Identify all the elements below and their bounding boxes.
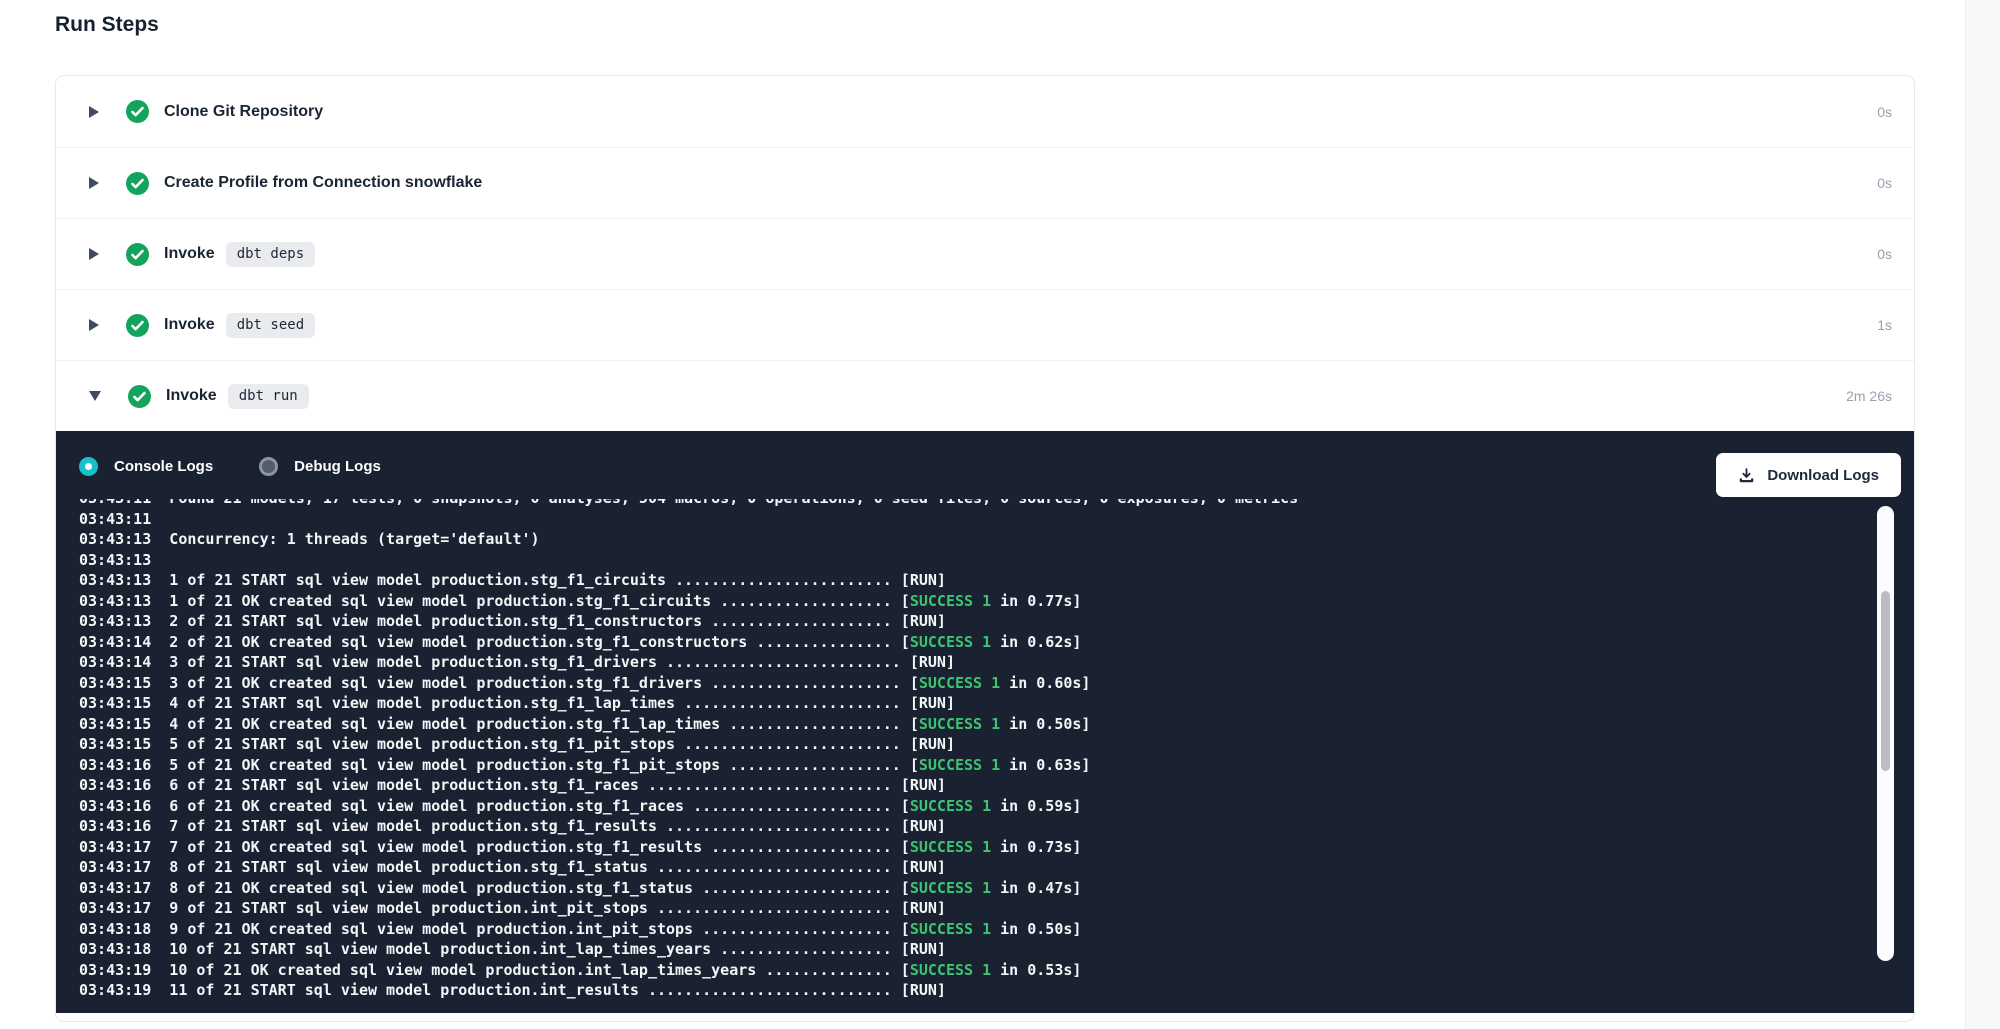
step-duration: 0s — [1877, 175, 1892, 191]
page-title: Run Steps — [55, 0, 1915, 37]
log-line: 03:43:13 — [79, 550, 1874, 571]
step-duration: 0s — [1877, 104, 1892, 120]
log-line: 03:43:17 7 of 21 OK created sql view mod… — [79, 837, 1874, 858]
radio-selected-icon[interactable] — [79, 457, 98, 476]
check-circle-icon — [126, 172, 149, 195]
log-line: 03:43:13 1 of 21 START sql view model pr… — [79, 570, 1874, 591]
log-line: 03:43:19 10 of 21 OK created sql view mo… — [79, 960, 1874, 981]
log-scrollbar-track[interactable] — [1877, 506, 1894, 961]
log-line: 03:43:14 3 of 21 START sql view model pr… — [79, 652, 1874, 673]
log-line: 03:43:15 4 of 21 OK created sql view mod… — [79, 714, 1874, 735]
download-icon — [1738, 467, 1755, 484]
step-label: Invoke — [164, 316, 215, 334]
radio-label: Console Logs — [114, 458, 213, 475]
radio-unselected-icon[interactable] — [259, 457, 278, 476]
step-command-chip: dbt run — [228, 384, 309, 409]
log-line: 03:43:14 2 of 21 OK created sql view mod… — [79, 632, 1874, 653]
chevron-down-icon[interactable] — [89, 391, 101, 401]
main-content: Run Steps Clone Git Repository0sCreate P… — [55, 0, 1915, 37]
page: Run Steps Clone Git Repository0sCreate P… — [0, 0, 2000, 1029]
log-scrollbar-thumb[interactable] — [1881, 591, 1890, 771]
log-line: 03:43:11 — [79, 509, 1874, 530]
log-line: 03:43:16 5 of 21 OK created sql view mod… — [79, 755, 1874, 776]
log-line: 03:43:15 5 of 21 START sql view model pr… — [79, 734, 1874, 755]
step-duration: 1s — [1877, 317, 1892, 333]
log-panel: Console Logs Debug Logs Download Logs — [56, 431, 1914, 1013]
radio-label: Debug Logs — [294, 458, 381, 475]
step-duration: 0s — [1877, 246, 1892, 262]
step-row[interactable]: Clone Git Repository 0s — [56, 76, 1914, 147]
log-line: 03:43:18 10 of 21 START sql view model p… — [79, 939, 1874, 960]
log-tabs: Console Logs Debug Logs — [79, 457, 427, 476]
check-circle-icon — [126, 100, 149, 123]
chevron-right-icon[interactable] — [89, 319, 99, 331]
step-duration: 2m 26s — [1846, 388, 1892, 404]
step-row[interactable]: Invoke dbt run 2m 26s — [56, 360, 1914, 431]
chevron-right-icon[interactable] — [89, 177, 99, 189]
step-row[interactable]: Invoke dbt seed 1s — [56, 289, 1914, 360]
steps-list: Clone Git Repository0sCreate Profile fro… — [56, 76, 1914, 431]
step-row[interactable]: Invoke dbt deps 0s — [56, 218, 1914, 289]
chevron-right-icon[interactable] — [89, 248, 99, 260]
log-line: 03:43:15 3 of 21 OK created sql view mod… — [79, 673, 1874, 694]
log-line: 03:43:19 11 of 21 START sql view model p… — [79, 980, 1874, 1001]
step-command-chip: dbt seed — [226, 313, 315, 338]
log-line: 03:43:17 8 of 21 START sql view model pr… — [79, 857, 1874, 878]
step-label: Invoke — [166, 387, 217, 405]
log-header: Console LogsDebug Logs Download Logs — [56, 431, 1914, 476]
chevron-right-icon[interactable] — [89, 106, 99, 118]
run-steps-card: Clone Git Repository0sCreate Profile fro… — [55, 75, 1915, 1022]
log-line: 03:43:16 6 of 21 START sql view model pr… — [79, 775, 1874, 796]
step-command-chip: dbt deps — [226, 242, 315, 267]
log-tab-console-logs[interactable]: Console Logs — [79, 457, 213, 476]
step-row[interactable]: Create Profile from Connection snowflake… — [56, 147, 1914, 218]
log-line: 03:43:13 2 of 21 START sql view model pr… — [79, 611, 1874, 632]
log-line: 03:43:16 7 of 21 START sql view model pr… — [79, 816, 1874, 837]
step-label: Create Profile from Connection snowflake — [164, 174, 482, 192]
download-logs-button[interactable]: Download Logs — [1716, 453, 1901, 497]
log-line: 03:43:18 9 of 21 OK created sql view mod… — [79, 919, 1874, 940]
log-line: 03:43:15 4 of 21 START sql view model pr… — [79, 693, 1874, 714]
check-circle-icon — [126, 243, 149, 266]
log-tab-debug-logs[interactable]: Debug Logs — [259, 457, 381, 476]
log-line: 03:43:17 8 of 21 OK created sql view mod… — [79, 878, 1874, 899]
log-line: 03:43:11 Found 21 models, 17 tests, 0 sn… — [79, 499, 1874, 509]
step-label: Invoke — [164, 245, 215, 263]
log-lines: 03:43:11 Found 21 models, 17 tests, 0 sn… — [56, 499, 1874, 1001]
check-circle-icon — [126, 314, 149, 337]
step-label: Clone Git Repository — [164, 103, 323, 121]
log-line: 03:43:13 Concurrency: 1 threads (target=… — [79, 529, 1874, 550]
log-line: 03:43:16 6 of 21 OK created sql view mod… — [79, 796, 1874, 817]
check-circle-icon — [128, 385, 151, 408]
download-logs-label: Download Logs — [1767, 467, 1879, 484]
log-line: 03:43:13 1 of 21 OK created sql view mod… — [79, 591, 1874, 612]
page-gutter — [1965, 0, 2000, 1029]
log-console[interactable]: 03:43:11 Found 21 models, 17 tests, 0 sn… — [56, 499, 1874, 1007]
log-line: 03:43:17 9 of 21 START sql view model pr… — [79, 898, 1874, 919]
